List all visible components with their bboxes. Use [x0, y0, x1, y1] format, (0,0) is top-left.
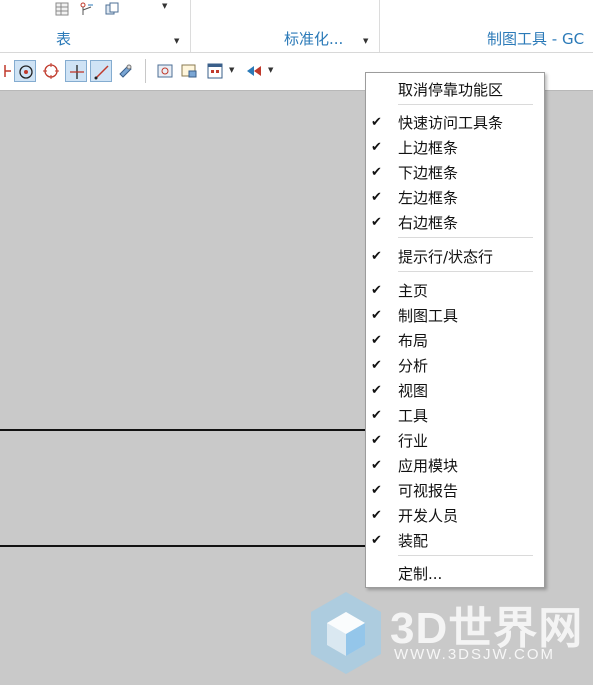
checkmark-icon: ✔: [371, 190, 382, 205]
menu-item-label: 取消停靠功能区: [398, 81, 504, 99]
checkmark-icon: ✔: [371, 165, 382, 180]
menu-item-industry[interactable]: ✔ 行业: [366, 429, 544, 453]
menu-item-undock-ribbon[interactable]: 取消停靠功能区: [366, 78, 544, 102]
chevron-down-icon[interactable]: ▼: [268, 66, 273, 74]
ribbon-group-label-drafting-tools: 制图工具 - GC: [487, 30, 585, 48]
watermark: 3D世界网 WWW.3DSJW.COM: [305, 590, 582, 680]
ribbon-divider: [190, 0, 191, 52]
menu-item-label: 工具: [398, 407, 429, 425]
arrow-style-icon[interactable]: [243, 60, 265, 82]
menu-item-label: 提示行/状态行: [398, 248, 494, 266]
checkmark-icon: ✔: [371, 215, 382, 230]
chevron-down-icon[interactable]: ▼: [174, 37, 179, 45]
checkmark-icon: ✔: [371, 283, 382, 298]
menu-item-label: 主页: [398, 282, 429, 300]
checkmark-icon: ✔: [371, 115, 382, 130]
checkmark-icon: ✔: [371, 358, 382, 373]
menu-item-label: 上边框条: [398, 139, 459, 157]
branch-icon[interactable]: [80, 2, 94, 16]
menu-item-label: 制图工具: [398, 307, 459, 325]
watermark-url: WWW.3DSJW.COM: [394, 646, 555, 663]
toolbar-divider: [145, 59, 146, 83]
menu-item-label: 定制...: [398, 565, 443, 583]
checkmark-icon: ✔: [371, 249, 382, 264]
menu-item-label: 下边框条: [398, 164, 459, 182]
menu-item-label: 开发人员: [398, 507, 459, 525]
menu-item-home[interactable]: ✔ 主页: [366, 279, 544, 303]
chevron-down-icon[interactable]: ▼: [162, 2, 167, 10]
ribbon-group-label-standard: 标准化...: [284, 30, 344, 48]
menu-item-label: 应用模块: [398, 457, 459, 475]
menu-item-label: 分析: [398, 357, 429, 375]
ribbon: ▼ 表 ▼ 标准化... ▼ 制图工具 - GC: [0, 0, 593, 52]
menu-separator: [398, 555, 533, 556]
menu-item-status-line[interactable]: ✔ 提示行/状态行: [366, 245, 544, 269]
menu-item-label: 装配: [398, 532, 429, 550]
checkmark-icon: ✔: [371, 140, 382, 155]
checkmark-icon: ✔: [371, 483, 382, 498]
checkmark-icon: ✔: [371, 333, 382, 348]
menu-item-assembly[interactable]: ✔ 装配: [366, 529, 544, 553]
checkmark-icon: ✔: [371, 458, 382, 473]
ribbon-group-label-table: 表: [56, 30, 72, 48]
menu-item-bottom-border-bar[interactable]: ✔ 下边框条: [366, 161, 544, 185]
circle-point-icon[interactable]: [40, 60, 62, 82]
menu-item-label: 布局: [398, 332, 429, 350]
cube-logo-icon: [311, 592, 381, 674]
menu-item-analysis[interactable]: ✔ 分析: [366, 354, 544, 378]
menu-item-view[interactable]: ✔ 视图: [366, 379, 544, 403]
pen-icon[interactable]: [115, 60, 137, 82]
line-icon[interactable]: [90, 60, 112, 82]
sheet-icon[interactable]: [178, 60, 200, 82]
menu-item-left-border-bar[interactable]: ✔ 左边框条: [366, 186, 544, 210]
menu-separator: [398, 271, 533, 272]
checkmark-icon: ✔: [371, 533, 382, 548]
crosshair-icon[interactable]: [65, 60, 87, 82]
copy-sheet-icon[interactable]: [105, 2, 119, 16]
menu-separator: [398, 104, 533, 105]
menu-item-tools[interactable]: ✔ 工具: [366, 404, 544, 428]
menu-item-label: 左边框条: [398, 189, 459, 207]
menu-item-application-modules[interactable]: ✔ 应用模块: [366, 454, 544, 478]
menu-item-developer[interactable]: ✔ 开发人员: [366, 504, 544, 528]
ribbon-divider: [379, 0, 380, 52]
table-icon[interactable]: [55, 2, 69, 16]
checkmark-icon: ✔: [371, 508, 382, 523]
menu-item-customize[interactable]: 定制...: [366, 562, 544, 586]
drawing-line: [0, 545, 366, 547]
checkmark-icon: ✔: [371, 408, 382, 423]
menu-item-label: 可视报告: [398, 482, 459, 500]
drawing-line: [0, 429, 366, 431]
checkmark-icon: ✔: [371, 433, 382, 448]
menu-item-layout[interactable]: ✔ 布局: [366, 329, 544, 353]
menu-item-label: 行业: [398, 432, 429, 450]
chevron-down-icon[interactable]: ▼: [229, 66, 234, 74]
menu-item-label: 视图: [398, 382, 429, 400]
menu-item-right-border-bar[interactable]: ✔ 右边框条: [366, 211, 544, 235]
view-frame-icon[interactable]: [154, 60, 176, 82]
menu-item-visual-reports[interactable]: ✔ 可视报告: [366, 479, 544, 503]
menu-item-quick-access-toolbar[interactable]: ✔ 快速访问工具条: [366, 111, 544, 135]
menu-item-top-border-bar[interactable]: ✔ 上边框条: [366, 136, 544, 160]
menu-item-label: 快速访问工具条: [398, 114, 504, 132]
chevron-down-icon[interactable]: ▼: [363, 37, 368, 45]
checkmark-icon: ✔: [371, 383, 382, 398]
toolbar-context-menu: 取消停靠功能区 ✔ 快速访问工具条 ✔ 上边框条 ✔ 下边框条 ✔ 左边框条 ✔…: [365, 72, 545, 588]
checkmark-icon: ✔: [371, 308, 382, 323]
menu-item-drafting-tools[interactable]: ✔ 制图工具: [366, 304, 544, 328]
menu-separator: [398, 237, 533, 238]
circle-center-icon[interactable]: [14, 60, 36, 82]
menu-item-label: 右边框条: [398, 214, 459, 232]
grid-view-icon[interactable]: [204, 60, 226, 82]
